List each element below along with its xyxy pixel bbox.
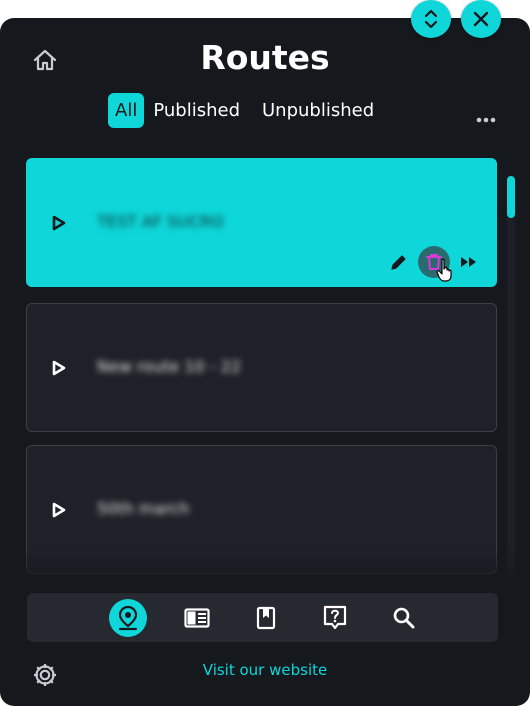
play-icon <box>52 215 66 231</box>
nav-bookmark[interactable] <box>247 599 285 637</box>
route-name: TEST AF SUCRO <box>97 212 224 231</box>
help-icon <box>323 605 347 629</box>
tab-all[interactable]: All <box>108 93 145 128</box>
play-button[interactable] <box>51 360 67 380</box>
search-icon <box>393 607 415 628</box>
list-icon <box>184 607 210 628</box>
nav-help[interactable] <box>316 599 354 637</box>
card-actions <box>386 246 482 278</box>
fast-forward-button[interactable] <box>456 249 482 275</box>
scrollbar[interactable] <box>507 176 515 588</box>
edit-icon <box>391 255 406 270</box>
close-icon <box>473 11 489 27</box>
play-button[interactable] <box>51 502 67 522</box>
list-fade <box>0 548 530 588</box>
expand-collapse-button[interactable] <box>411 0 451 38</box>
nav-search[interactable] <box>385 599 423 637</box>
bottom-nav <box>27 593 498 642</box>
map-pin-icon <box>118 605 138 630</box>
hand-pointer-icon <box>436 258 456 286</box>
nav-routes[interactable] <box>109 598 147 637</box>
fast-forward-icon <box>461 257 476 267</box>
filter-tabs: All Published Unpublished <box>108 93 374 128</box>
scroll-thumb[interactable] <box>507 176 515 218</box>
more-button[interactable] <box>476 108 496 127</box>
tab-published[interactable]: Published <box>153 93 240 128</box>
edit-button[interactable] <box>386 249 412 275</box>
route-name: New route 10 - 22 <box>97 357 242 376</box>
route-list: TEST AF SUCRO New route 10 - 22 50th mar… <box>26 158 499 578</box>
nav-list[interactable] <box>178 599 216 637</box>
close-button[interactable] <box>461 0 501 38</box>
bookmark-icon <box>256 606 276 629</box>
routes-panel: Routes All Published Unpublished TEST AF… <box>0 18 530 706</box>
expand-collapse-icon <box>424 9 438 29</box>
tab-unpublished[interactable]: Unpublished <box>262 93 374 128</box>
more-icon <box>476 117 496 123</box>
route-card[interactable]: TEST AF SUCRO <box>26 158 497 287</box>
visit-website-link[interactable]: Visit our website <box>0 661 530 679</box>
play-icon <box>52 502 66 518</box>
play-icon <box>52 360 66 376</box>
page-title: Routes <box>200 38 330 77</box>
play-button[interactable] <box>51 215 67 235</box>
route-card[interactable]: New route 10 - 22 <box>26 303 497 432</box>
route-name: 50th march <box>97 499 190 518</box>
